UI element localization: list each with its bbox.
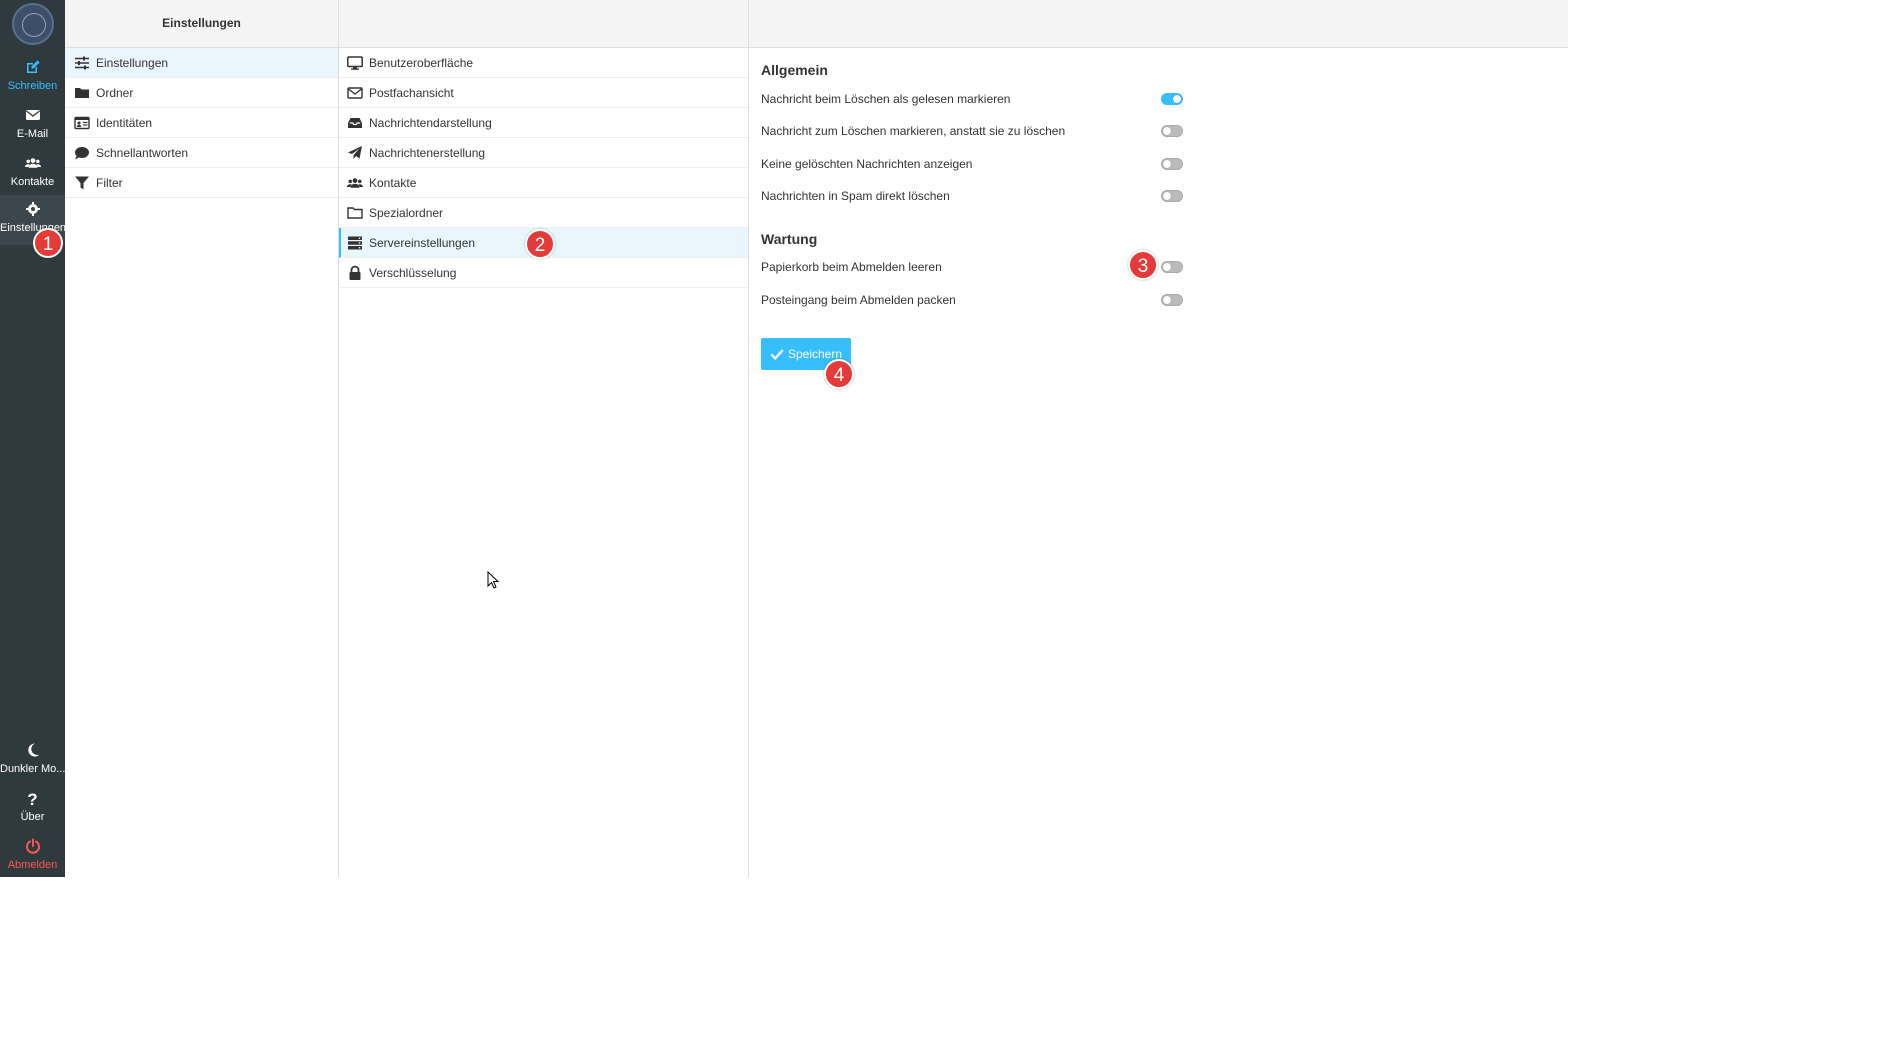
section-item-message-display[interactable]: Nachrichtendarstellung [339, 108, 748, 138]
rail-contacts-button[interactable]: Kontakte [0, 149, 65, 197]
category-label: Filter [96, 175, 123, 190]
section-label: Kontakte [369, 175, 417, 190]
paper-plane-icon [347, 145, 363, 161]
inbox-icon [347, 115, 363, 131]
category-item-identities[interactable]: Identitäten [65, 108, 338, 138]
id-card-icon [74, 115, 90, 131]
category-label: Ordner [96, 85, 134, 100]
rail-about-button[interactable]: ? Über [0, 784, 65, 832]
section-label: Benutzeroberfläche [369, 55, 474, 70]
option-row: Posteingang beim Abmelden packen [761, 290, 1183, 310]
sections-header [339, 0, 748, 48]
envelope-icon [347, 85, 363, 101]
gear-icon [0, 201, 65, 221]
category-label: Einstellungen [96, 55, 169, 70]
settings-categories-panel: Einstellungen Einstellungen Ordner Ident… [65, 0, 339, 877]
section-label: Postfachansicht [369, 85, 454, 100]
category-item-folders[interactable]: Ordner [65, 78, 338, 108]
option-row: Keine gelöschten Nachrichten anzeigen [761, 154, 1183, 174]
rail-mail-button[interactable]: E-Mail [0, 101, 65, 149]
content-header [749, 0, 1568, 48]
rail-mail-label: E-Mail [16, 128, 49, 140]
option-toggle[interactable] [1161, 158, 1183, 170]
rail-contacts-label: Kontakte [10, 176, 55, 188]
option-toggle[interactable] [1161, 190, 1183, 202]
category-label: Identitäten [96, 115, 153, 130]
category-item-quick-replies[interactable]: Schnellantworten [65, 138, 338, 168]
section-label: Nachrichtendarstellung [369, 115, 492, 130]
category-item-filter[interactable]: Filter [65, 168, 338, 198]
comment-icon [74, 145, 90, 161]
option-label: Nachrichten in Spam direkt löschen [761, 189, 950, 203]
section-item-mailbox-view[interactable]: Postfachansicht [339, 78, 748, 108]
compose-icon [0, 59, 65, 79]
check-icon [770, 349, 784, 361]
section-item-message-composition[interactable]: Nachrichtenerstellung [339, 138, 748, 168]
monitor-icon [347, 55, 363, 71]
rail-dark-mode-button[interactable]: Dunkler Mo... [0, 736, 65, 784]
users-icon [347, 175, 363, 191]
section-label: Spezialordner [369, 205, 444, 220]
app-sidebar: Schreiben E-Mail Kontakte Einstellungen … [0, 0, 65, 877]
option-label: Nachricht zum Löschen markieren, anstatt… [761, 124, 1066, 138]
option-row: Nachricht zum Löschen markieren, anstatt… [761, 121, 1183, 141]
question-icon: ? [27, 790, 38, 809]
folder-icon [74, 85, 90, 101]
option-toggle[interactable] [1161, 93, 1183, 105]
sliders-icon [74, 55, 90, 71]
option-row: Nachricht beim Löschen als gelesen marki… [761, 89, 1183, 109]
option-toggle[interactable] [1161, 294, 1183, 306]
step-badge-3: 3 [1128, 250, 1158, 280]
rail-compose-label: Schreiben [7, 80, 58, 92]
rail-logout-label: Abmelden [7, 859, 58, 871]
option-label: Nachricht beim Löschen als gelesen marki… [761, 92, 1011, 106]
option-row: Nachrichten in Spam direkt löschen [761, 186, 1183, 206]
empty-trash-toggle[interactable] [1161, 261, 1183, 273]
settings-header-title: Einstellungen [65, 0, 338, 48]
filter-icon [74, 175, 90, 191]
section-label: Verschlüsselung [369, 265, 457, 280]
rail-logout-button[interactable]: Abmelden [0, 832, 65, 880]
section-item-encryption[interactable]: Verschlüsselung [339, 258, 748, 288]
section-item-user-interface[interactable]: Benutzeroberfläche [339, 48, 748, 78]
option-label: Posteingang beim Abmelden packen [761, 293, 956, 307]
contacts-icon [0, 155, 65, 175]
mouse-cursor-icon [487, 571, 499, 589]
step-badge-1: 1 [33, 228, 63, 258]
rail-about-label: Über [20, 811, 45, 823]
server-icon [347, 235, 363, 251]
rail-dark-mode-label: Dunkler Mo... [0, 763, 65, 775]
logo [12, 3, 54, 45]
option-row: Papierkorb beim Abmelden leeren [761, 257, 1183, 277]
section-title-general: Allgemein [761, 62, 828, 78]
lock-icon [347, 265, 363, 281]
power-icon [0, 838, 65, 858]
section-label: Servereinstellungen [369, 235, 476, 250]
section-item-contacts[interactable]: Kontakte [339, 168, 748, 198]
option-toggle[interactable] [1161, 125, 1183, 137]
category-item-settings[interactable]: Einstellungen [65, 48, 338, 78]
folder-outline-icon [347, 205, 363, 221]
option-label: Papierkorb beim Abmelden leeren [761, 260, 942, 274]
moon-icon [0, 742, 65, 762]
step-badge-4: 4 [824, 359, 854, 389]
section-item-special-folders[interactable]: Spezialordner [339, 198, 748, 228]
category-label: Schnellantworten [96, 145, 189, 160]
section-title-maintenance: Wartung [761, 231, 818, 247]
settings-sections-panel: Benutzeroberfläche Postfachansicht Nachr… [339, 0, 749, 877]
mail-icon [0, 107, 65, 127]
server-settings-panel: Allgemein Nachricht beim Löschen als gel… [749, 0, 1568, 877]
section-label: Nachrichtenerstellung [369, 145, 486, 160]
option-label: Keine gelöschten Nachrichten anzeigen [761, 157, 973, 171]
rail-compose-button[interactable]: Schreiben [0, 53, 65, 101]
step-badge-2: 2 [525, 229, 555, 259]
